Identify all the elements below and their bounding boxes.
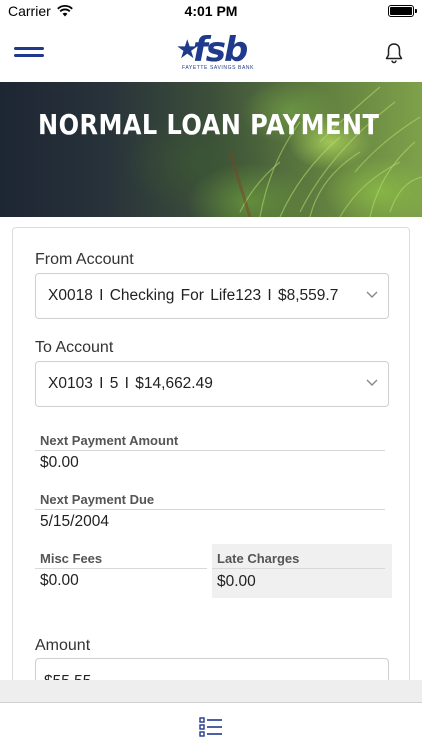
amount-label: Amount bbox=[35, 637, 91, 654]
misc-fees-label: Misc Fees bbox=[40, 551, 103, 566]
wifi-icon bbox=[56, 5, 73, 17]
carrier-label: Carrier bbox=[8, 3, 51, 19]
bottom-strip bbox=[0, 680, 422, 702]
misc-fees-value: $0.00 bbox=[40, 572, 79, 589]
chevron-down-icon bbox=[366, 291, 378, 298]
to-account-label: To Account bbox=[35, 339, 114, 356]
from-account-label: From Account bbox=[35, 251, 134, 268]
divider bbox=[35, 509, 385, 510]
status-left: Carrier bbox=[8, 3, 73, 19]
next-payment-amount-value: $0.00 bbox=[40, 454, 79, 471]
list-icon[interactable] bbox=[199, 716, 223, 738]
to-account-value: X0103 I 5 I $14,662.49 bbox=[48, 375, 213, 392]
bottom-tab-bar bbox=[0, 702, 422, 750]
hero-banner: NORMAL LOAN PAYMENT bbox=[0, 82, 422, 217]
bell-icon[interactable] bbox=[382, 41, 406, 65]
logo-text: fsb bbox=[192, 30, 248, 70]
divider bbox=[212, 568, 385, 569]
divider bbox=[35, 450, 385, 451]
to-account-select[interactable]: X0103 I 5 I $14,662.49 bbox=[35, 361, 389, 407]
chevron-down-icon bbox=[366, 379, 378, 386]
late-charges-value: $0.00 bbox=[217, 573, 256, 590]
logo-subtitle: FAYETTE SAVINGS BANK bbox=[181, 65, 255, 71]
next-payment-due-label: Next Payment Due bbox=[40, 492, 155, 507]
loan-payment-form: From Account X0018 I Checking For Life12… bbox=[12, 227, 410, 747]
next-payment-due-value: 5/15/2004 bbox=[40, 513, 109, 530]
menu-button[interactable] bbox=[14, 44, 44, 60]
bank-logo: ★ fsb FAYETTE SAVINGS BANK bbox=[168, 30, 255, 71]
next-payment-amount-label: Next Payment Amount bbox=[40, 433, 179, 448]
divider bbox=[35, 568, 207, 569]
hamburger-icon bbox=[14, 47, 44, 50]
late-charges-label: Late Charges bbox=[217, 551, 300, 566]
from-account-select[interactable]: X0018 I Checking For Life123 I $8,559.7 bbox=[35, 273, 389, 319]
app-header: ★ fsb FAYETTE SAVINGS BANK bbox=[0, 22, 422, 82]
page-title: NORMAL LOAN PAYMENT bbox=[38, 108, 380, 141]
battery-icon bbox=[388, 5, 417, 17]
from-account-value: X0018 I Checking For Life123 I $8,559.7 bbox=[48, 287, 339, 304]
hero-background-image bbox=[228, 86, 422, 217]
status-bar: Carrier 4:01 PM bbox=[0, 0, 422, 22]
